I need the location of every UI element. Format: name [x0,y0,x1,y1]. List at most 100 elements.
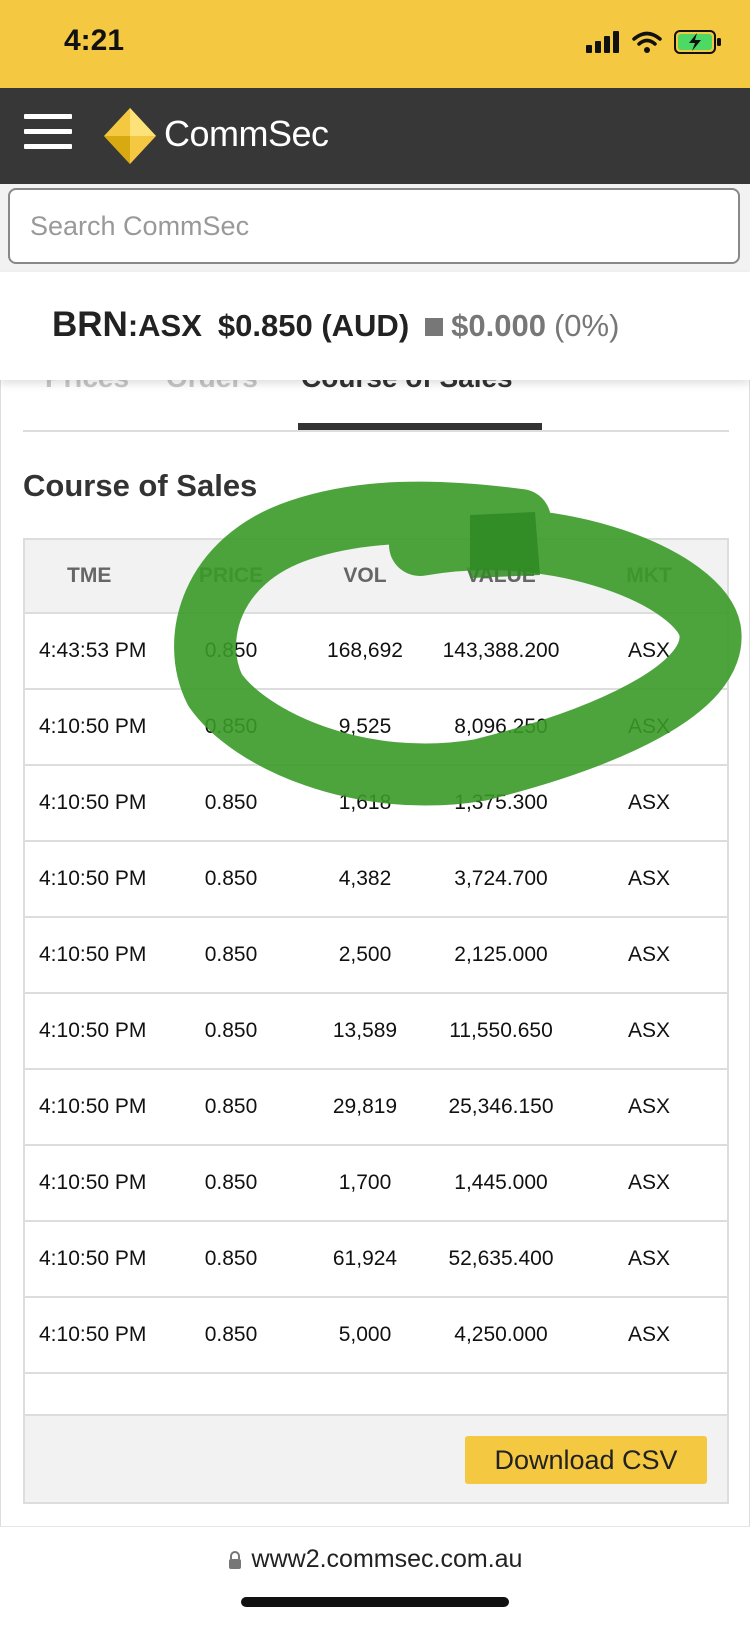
cell-time: 4:10:50 PM [25,917,165,994]
cell-market: ASX [569,765,727,842]
cell-market: ASX [569,917,727,994]
cell-time: 4:43:53 PM [25,613,165,690]
table-row: 4:10:50 PM 0.850 61,924 52,635.400 ASX [25,1221,727,1298]
cell-price: 0.850 [165,841,297,918]
brand-name[interactable]: CommSec [164,113,329,155]
table-header-row: TME PRICE VOL VALUE MKT [25,540,727,614]
cell-market: ASX [569,1069,727,1146]
section-title: Course of Sales [23,468,258,503]
cell-price: 0.850 [165,917,297,994]
wifi-icon [632,31,662,53]
cell-value: 2,125.000 [433,917,569,994]
cell-price: 0.850 [165,689,297,766]
active-tab-indicator [298,423,542,430]
cell-volume: 4,382 [297,841,433,918]
cell-volume: 168,692 [297,613,433,690]
cell-market: ASX [569,1297,727,1374]
cell-time: 4:10:50 PM [25,1297,165,1374]
commsec-logo-icon[interactable] [102,106,158,166]
quote-bar: BRN :ASX $0.850 (AUD) $0.000 (0%) [0,272,750,380]
cell-time: 4:10:50 PM [25,1145,165,1222]
cell-time: 4:10:50 PM [25,993,165,1070]
cell-price: 0.850 [165,613,297,690]
cell-volume: 5,000 [297,1297,433,1374]
course-of-sales-table: TME PRICE VOL VALUE MKT 4:43:53 PM 0.850… [23,538,729,1504]
column-header-market[interactable]: MKT [569,540,727,614]
cell-volume: 2,500 [297,917,433,994]
cell-volume: 1,700 [297,1145,433,1222]
stock-code: BRN [52,305,128,344]
cell-market: ASX [569,993,727,1070]
cell-volume: 29,819 [297,1069,433,1146]
cell-time: 4:10:50 PM [25,841,165,918]
table-row: 4:10:50 PM 0.850 1,700 1,445.000 ASX [25,1145,727,1222]
battery-charging-icon [674,30,721,54]
cell-price: 0.850 [165,765,297,842]
cell-price: 0.850 [165,1069,297,1146]
cell-price: 0.850 [165,1221,297,1298]
table-row: 4:10:50 PM 0.850 2,500 2,125.000 ASX [25,917,727,994]
search-bar [0,184,750,272]
browser-url-bar: www2.commsec.com.au [0,1526,750,1625]
tab-prices[interactable]: Prices [45,380,129,394]
tab-bar: Prices Orders Course of Sales [23,380,729,432]
no-change-square-icon [425,318,444,336]
table-row: 4:10:50 PM 0.850 1,618 1,375.300 ASX [25,765,727,842]
search-input[interactable] [8,188,740,264]
stock-price: $0.850 (AUD) [217,308,410,343]
price-change-percent: (0%) [553,308,620,343]
status-icons [586,30,722,54]
cell-time: 4:10:50 PM [25,765,165,842]
cell-value: 11,550.650 [433,993,569,1070]
download-csv-button[interactable]: Download CSV [465,1436,707,1484]
table-row: 4:43:53 PM 0.850 168,692 143,388.200 ASX [25,613,727,690]
cell-value: 143,388.200 [433,613,569,690]
cell-value: 25,346.150 [433,1069,569,1146]
tab-orders[interactable]: Orders [166,380,258,394]
table-row: 4:10:50 PM 0.850 4,382 3,724.700 ASX [25,841,727,918]
status-time: 4:21 [64,24,125,57]
cell-value: 52,635.400 [433,1221,569,1298]
table-footer: Download CSV [25,1414,727,1502]
column-header-volume[interactable]: VOL [297,540,433,614]
cell-value: 1,375.300 [433,765,569,842]
table-row: 4:10:50 PM 0.850 9,525 8,096.250 ASX [25,689,727,766]
cell-market: ASX [569,613,727,690]
cell-time: 4:10:50 PM [25,1221,165,1298]
table-row: 4:10:50 PM 0.850 5,000 4,250.000 ASX [25,1297,727,1374]
cell-price: 0.850 [165,993,297,1070]
cell-value: 3,724.700 [433,841,569,918]
cell-volume: 61,924 [297,1221,433,1298]
column-header-value[interactable]: VALUE [433,540,569,614]
cell-volume: 1,618 [297,765,433,842]
lock-icon [228,1551,241,1569]
table-row: 4:10:50 PM 0.850 13,589 11,550.650 ASX [25,993,727,1070]
app-header: CommSec [0,88,750,184]
cell-price: 0.850 [165,1297,297,1374]
quote-summary: BRN :ASX $0.850 (AUD) $0.000 (0%) [52,305,619,345]
url-text: www2.commsec.com.au [251,1545,523,1573]
url-display[interactable]: www2.commsec.com.au [0,1545,750,1574]
stock-exchange: :ASX [127,308,202,343]
tab-course-of-sales[interactable]: Course of Sales [301,380,513,394]
cell-market: ASX [569,1221,727,1298]
cell-market: ASX [569,689,727,766]
table-row: 4:10:50 PM 0.850 29,819 25,346.150 ASX [25,1069,727,1146]
cell-price: 0.850 [165,1145,297,1222]
column-header-price[interactable]: PRICE [165,540,297,614]
home-indicator[interactable] [241,1597,509,1607]
main-card: Prices Orders Course of Sales Course of … [0,380,750,1526]
cell-market: ASX [569,841,727,918]
column-header-time[interactable]: TME [25,540,165,614]
status-bar: 4:21 [0,0,750,88]
cell-value: 1,445.000 [433,1145,569,1222]
cell-value: 8,096.250 [433,689,569,766]
cell-time: 4:10:50 PM [25,1069,165,1146]
cell-value: 4,250.000 [433,1297,569,1374]
hamburger-menu-icon[interactable] [24,114,72,154]
cellular-signal-icon [586,31,619,53]
cell-volume: 9,525 [297,689,433,766]
cell-volume: 13,589 [297,993,433,1070]
cell-time: 4:10:50 PM [25,689,165,766]
cell-market: ASX [569,1145,727,1222]
